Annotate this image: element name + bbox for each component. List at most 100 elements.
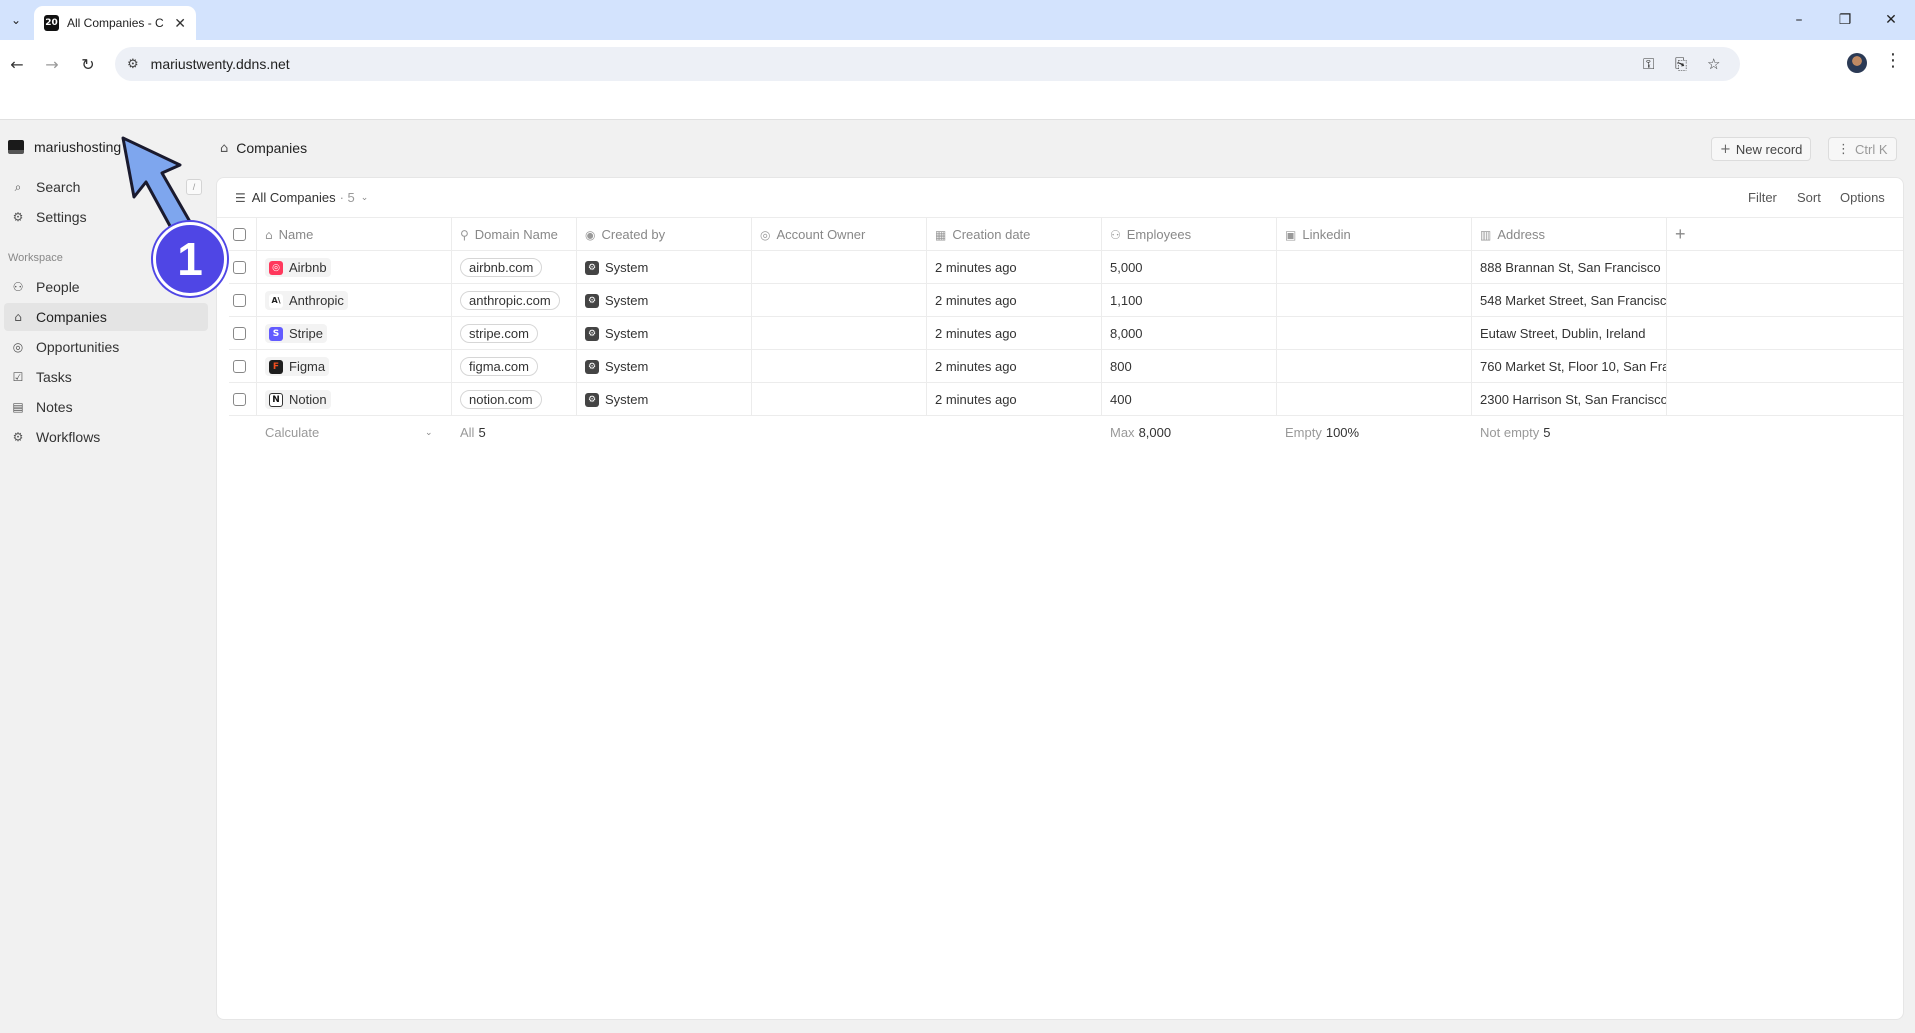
- linkedin-icon: ▣: [1285, 227, 1297, 242]
- restore-icon[interactable]: ❐: [1827, 8, 1863, 32]
- employees-aggregate[interactable]: Max 8,000: [1102, 416, 1277, 449]
- figma-logo-icon: F: [269, 359, 283, 374]
- linkedin-cell[interactable]: [1277, 251, 1472, 284]
- chevron-down-icon: ⌄: [360, 192, 369, 203]
- column-header-linkedin[interactable]: ▣ Linkedin: [1277, 218, 1472, 251]
- column-header-name[interactable]: ⌂ Name: [257, 218, 452, 251]
- address-cell[interactable]: 760 Market St, Floor 10, San Francisco: [1472, 350, 1667, 383]
- table-row[interactable]: A\ Anthropic anthropic.com ⚙ System 2 min…: [229, 284, 1903, 317]
- address-cell[interactable]: 548 Market Street, San Francisco: [1472, 284, 1667, 317]
- bookmark-star-icon[interactable]: ☆: [1707, 47, 1720, 81]
- sidebar-item-tasks[interactable]: ☑ Tasks: [4, 363, 208, 391]
- table-row[interactable]: ◎ Airbnb airbnb.com ⚙ System 2 minutes ag…: [229, 251, 1903, 284]
- tab-search-chevron-icon[interactable]: ⌄: [6, 10, 26, 30]
- employees-cell[interactable]: 8,000: [1102, 317, 1277, 350]
- address-cell[interactable]: 888 Brannan St, San Francisco: [1472, 251, 1667, 284]
- linkedin-aggregate[interactable]: Empty 100%: [1277, 416, 1472, 449]
- company-name-cell[interactable]: ◎ Airbnb: [257, 251, 452, 284]
- install-app-icon[interactable]: ⎘: [1675, 47, 1687, 81]
- profile-avatar[interactable]: [1847, 53, 1867, 73]
- creation-date-cell: 2 minutes ago: [927, 284, 1102, 317]
- domain-chip[interactable]: notion.com: [460, 390, 542, 409]
- sidebar-item-companies[interactable]: ⌂ Companies: [4, 303, 208, 331]
- back-arrow-icon[interactable]: ←: [3, 50, 31, 78]
- browser-menu-icon[interactable]: ⋮: [1884, 50, 1902, 71]
- site-info-icon[interactable]: ⚙: [127, 57, 139, 72]
- password-key-icon[interactable]: ⚿: [1643, 47, 1654, 81]
- employees-cell[interactable]: 800: [1102, 350, 1277, 383]
- account-owner-cell[interactable]: [752, 317, 927, 350]
- address-aggregate[interactable]: Not empty 5: [1472, 416, 1667, 449]
- filter-button[interactable]: Filter: [1748, 190, 1777, 205]
- user-circle-icon: ◎: [760, 227, 771, 242]
- employees-cell[interactable]: 1,100: [1102, 284, 1277, 317]
- sort-button[interactable]: Sort: [1797, 190, 1821, 205]
- account-owner-cell[interactable]: [752, 350, 927, 383]
- forward-arrow-icon[interactable]: →: [38, 50, 66, 78]
- company-chip[interactable]: S Stripe: [265, 324, 327, 343]
- table-row[interactable]: F Figma figma.com ⚙ System 2 minutes ago …: [229, 350, 1903, 383]
- linkedin-cell[interactable]: [1277, 350, 1472, 383]
- row-checkbox[interactable]: [233, 327, 246, 340]
- view-bar: ☰ All Companies · 5 ⌄ Filter Sort Option…: [217, 178, 1903, 218]
- column-header-creation-date[interactable]: ▦ Creation date: [927, 218, 1102, 251]
- company-name-cell[interactable]: A\ Anthropic: [257, 284, 452, 317]
- address-cell[interactable]: Eutaw Street, Dublin, Ireland: [1472, 317, 1667, 350]
- new-record-button[interactable]: + New record: [1711, 137, 1812, 161]
- row-checkbox[interactable]: [233, 360, 246, 373]
- sidebar-item-notes[interactable]: ▤ Notes: [4, 393, 208, 421]
- company-chip[interactable]: F Figma: [265, 357, 330, 376]
- domain-chip[interactable]: airbnb.com: [460, 258, 543, 277]
- url-text[interactable]: mariustwenty.ddns.net: [151, 56, 290, 72]
- browser-tab-active[interactable]: 20 All Companies - C ✕: [34, 6, 196, 40]
- address-cell[interactable]: 2300 Harrison St, San Francisco: [1472, 383, 1667, 416]
- column-header-account-owner[interactable]: ◎ Account Owner: [752, 218, 927, 251]
- sidebar-item-label: Companies: [36, 309, 107, 325]
- table-row[interactable]: S Stripe stripe.com ⚙ System 2 minutes ag…: [229, 317, 1903, 350]
- employees-cell[interactable]: 400: [1102, 383, 1277, 416]
- column-header-employees[interactable]: ⚇ Employees: [1102, 218, 1277, 251]
- sidebar-item-label: Search: [36, 179, 81, 195]
- minimize-icon[interactable]: –: [1781, 8, 1817, 32]
- table-header-row: ⌂ Name ⚲ Domain Name ◉ Created by ◎ Account …: [229, 218, 1903, 251]
- company-chip[interactable]: A\ Anthropic: [265, 291, 348, 310]
- employees-cell[interactable]: 5,000: [1102, 251, 1277, 284]
- select-all-checkbox[interactable]: [233, 228, 246, 241]
- table-row[interactable]: N Notion notion.com ⚙ System 2 minutes ag…: [229, 383, 1903, 416]
- system-icon: ⚙: [585, 326, 599, 341]
- company-name-cell[interactable]: N Notion: [257, 383, 452, 416]
- sidebar-item-workflows[interactable]: ⚙ Workflows: [4, 423, 208, 451]
- company-name-cell[interactable]: F Figma: [257, 350, 452, 383]
- row-checkbox[interactable]: [233, 393, 246, 406]
- view-picker[interactable]: ☰ All Companies · 5 ⌄: [235, 190, 368, 205]
- calculate-dropdown[interactable]: Calculate ⌄: [257, 416, 452, 449]
- options-button[interactable]: Options: [1840, 190, 1885, 205]
- row-checkbox[interactable]: [233, 261, 246, 274]
- building-icon: ⌂: [265, 227, 273, 242]
- domain-aggregate[interactable]: All 5: [452, 416, 577, 449]
- command-menu-button[interactable]: ⋮ Ctrl K: [1828, 137, 1897, 161]
- sidebar-item-opportunities[interactable]: ◎ Opportunities: [4, 333, 208, 361]
- column-header-address[interactable]: ▥ Address: [1472, 218, 1667, 251]
- column-header-domain[interactable]: ⚲ Domain Name: [452, 218, 577, 251]
- close-window-icon[interactable]: ✕: [1873, 8, 1909, 32]
- linkedin-cell[interactable]: [1277, 317, 1472, 350]
- linkedin-cell[interactable]: [1277, 284, 1472, 317]
- account-owner-cell[interactable]: [752, 251, 927, 284]
- reload-icon[interactable]: ↻: [74, 50, 102, 78]
- add-column-plus-icon[interactable]: +: [1667, 218, 1707, 251]
- domain-chip[interactable]: stripe.com: [460, 324, 538, 343]
- company-chip[interactable]: ◎ Airbnb: [265, 258, 331, 277]
- company-name-cell[interactable]: S Stripe: [257, 317, 452, 350]
- tab-close-icon[interactable]: ✕: [174, 15, 186, 32]
- tab-title: All Companies - C: [67, 16, 164, 30]
- domain-chip[interactable]: anthropic.com: [460, 291, 560, 310]
- column-header-created-by[interactable]: ◉ Created by: [577, 218, 752, 251]
- domain-chip[interactable]: figma.com: [460, 357, 538, 376]
- linkedin-cell[interactable]: [1277, 383, 1472, 416]
- account-owner-cell[interactable]: [752, 284, 927, 317]
- address-bar[interactable]: ⚙ mariustwenty.ddns.net ⚿ ⎘ ☆: [115, 47, 1740, 81]
- account-owner-cell[interactable]: [752, 383, 927, 416]
- company-chip[interactable]: N Notion: [265, 390, 331, 409]
- row-checkbox[interactable]: [233, 294, 246, 307]
